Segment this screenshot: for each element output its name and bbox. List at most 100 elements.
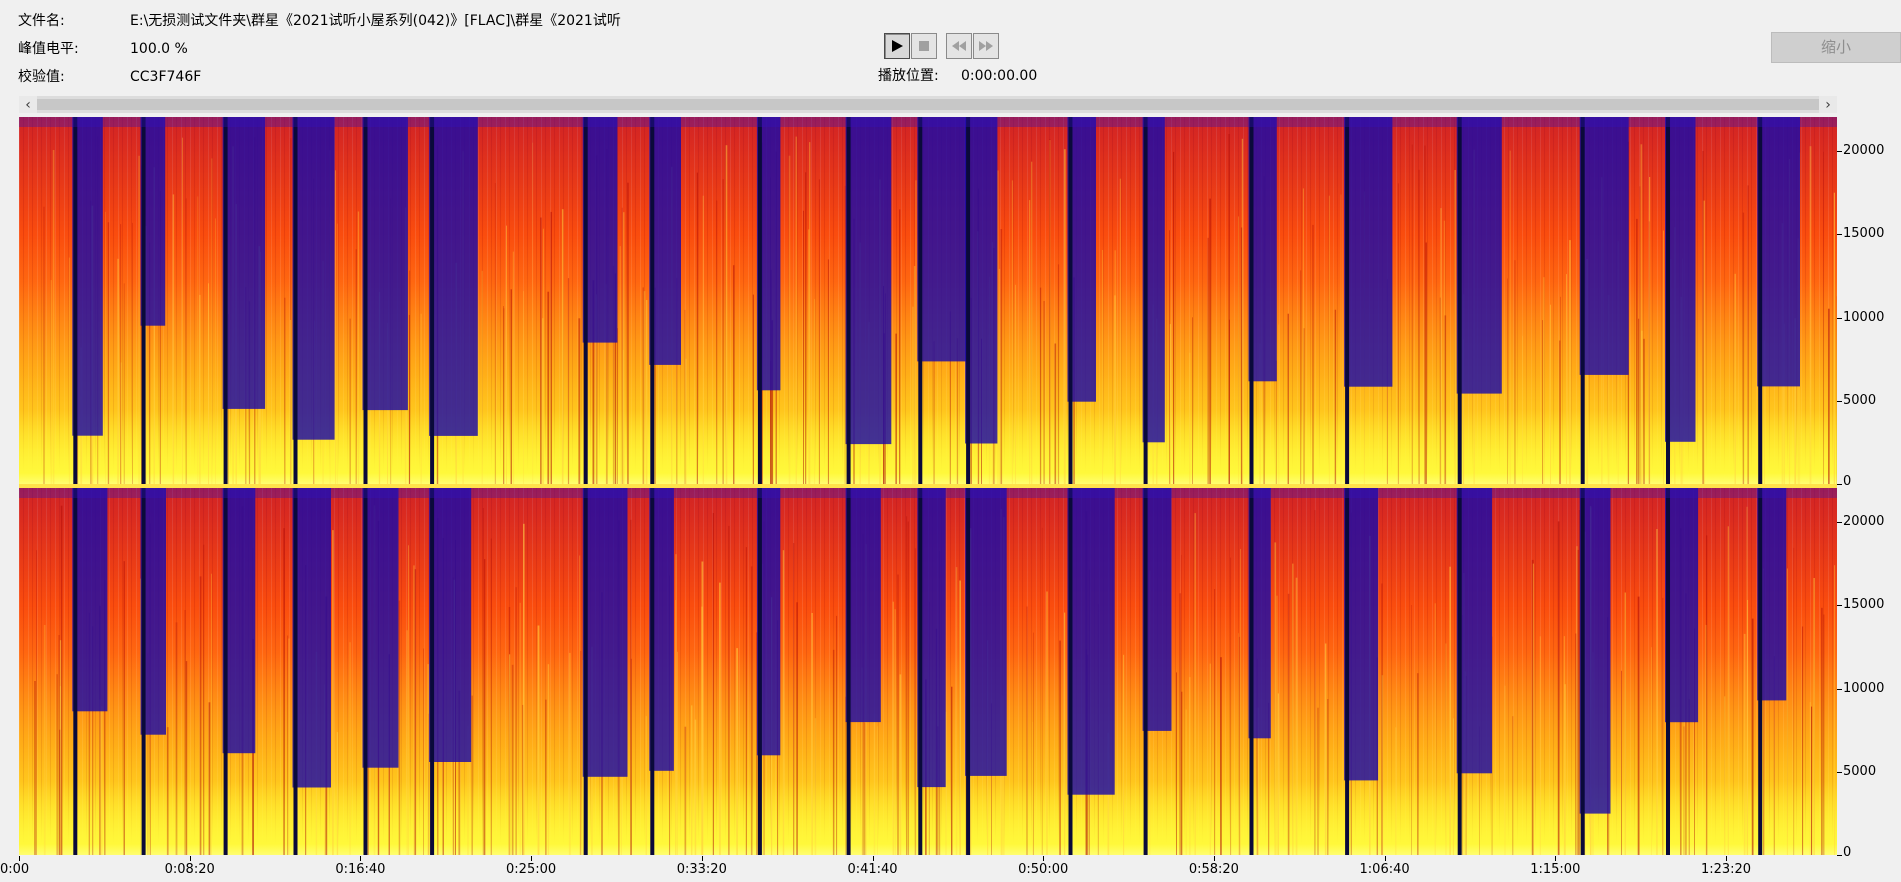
spectrum-streak <box>814 718 817 855</box>
spectrum-streak <box>1312 224 1314 484</box>
fast-forward-button[interactable] <box>973 33 999 59</box>
quiet-band <box>1757 117 1800 387</box>
spectrum-streak <box>511 664 514 855</box>
spectrum-streak <box>619 246 621 484</box>
spectrum-streak <box>580 650 582 855</box>
time-tick <box>1555 856 1557 861</box>
spectrogram-left-channel[interactable] <box>19 117 1837 484</box>
spectrum-streak <box>1381 583 1383 855</box>
spectrum-streak <box>627 182 629 484</box>
spectrum-streak <box>1811 706 1813 855</box>
track-boundary <box>1068 117 1073 484</box>
spectrum-streak <box>43 625 46 855</box>
spectrum-streak <box>1809 146 1812 484</box>
stop-icon <box>919 41 929 51</box>
time-label: 1:15:00 <box>1530 862 1581 877</box>
spectrum-streak <box>1578 510 1580 855</box>
spectrum-streak <box>567 278 570 484</box>
spectrum-streak <box>506 225 507 484</box>
spectrum-streak <box>52 150 55 484</box>
spectrum-streak <box>1440 208 1442 484</box>
spectrum-streak <box>1102 250 1103 484</box>
spectrum-streak <box>1119 178 1121 484</box>
track-boundary <box>1249 488 1254 855</box>
track-boundaries <box>19 488 1837 855</box>
scroll-thumb[interactable] <box>37 99 1819 110</box>
spectrum-streak <box>579 555 581 855</box>
spectrum-streak <box>349 642 351 855</box>
rewind-button[interactable] <box>946 33 972 59</box>
spectrogram-right-channel[interactable] <box>19 488 1837 855</box>
spectrum-streak <box>284 297 286 484</box>
spectrum-streak <box>132 222 133 484</box>
track-boundary <box>363 488 368 855</box>
track-boundary <box>73 488 78 855</box>
stop-button[interactable] <box>911 33 937 59</box>
spectrum-streak <box>34 681 36 855</box>
spectrum-streak <box>413 565 415 855</box>
spectrum-streak <box>1514 260 1516 484</box>
spectrum-streak <box>1576 546 1578 855</box>
spectrum-streak <box>1557 521 1560 855</box>
spectrum-streak <box>897 574 899 855</box>
spectrum-streak <box>1173 151 1175 484</box>
spectrum-streak <box>1662 597 1664 855</box>
track-boundary <box>918 117 923 484</box>
quiet-band <box>72 488 108 712</box>
frequency-tick <box>1837 855 1842 856</box>
spectrum-streak <box>123 283 125 484</box>
spectrum-streak <box>123 561 125 855</box>
spectrum-streak <box>788 155 791 484</box>
track-boundary <box>966 488 971 855</box>
chevron-right-icon[interactable]: › <box>1819 96 1837 113</box>
spectrum-streak <box>335 170 336 484</box>
spectrum-streak <box>796 602 798 855</box>
spectrum-streak <box>1049 139 1051 484</box>
spectrum-streak <box>215 218 216 484</box>
frequency-label: 15000 <box>1843 597 1885 613</box>
quiet-band <box>845 117 892 445</box>
spectrum-streak <box>795 136 797 484</box>
spectrum-streak <box>864 722 866 855</box>
spectrum-streak <box>1026 606 1028 855</box>
play-button[interactable] <box>884 33 910 59</box>
spectrum-streak <box>138 155 140 484</box>
track-boundary <box>1249 117 1254 484</box>
spectrum-streak <box>1751 618 1754 855</box>
spectrum-streak <box>1637 596 1640 855</box>
track-boundary <box>1666 488 1670 855</box>
top-haze <box>19 117 1837 127</box>
spectrum-streak <box>289 320 292 484</box>
horizontal-scrollbar[interactable]: ‹ › <box>19 96 1837 113</box>
spectrum-streak <box>702 195 704 484</box>
spectrum-streak <box>736 648 738 855</box>
filename-label: 文件名: <box>18 13 65 29</box>
spectrum-streak <box>547 664 550 855</box>
checksum-label: 校验值: <box>18 69 65 85</box>
frequency-tick <box>1837 400 1842 402</box>
time-label: 0:50:00 <box>1018 862 1069 877</box>
spectrum-streak <box>913 266 916 484</box>
spectrum-streak <box>894 609 896 855</box>
spectrum-streak <box>332 530 334 855</box>
spectrum-streak <box>1032 722 1034 855</box>
frequency-tick <box>1837 317 1842 319</box>
spectrum-streak <box>1189 352 1191 484</box>
spectrum-streak <box>1031 161 1033 484</box>
quiet-band <box>292 117 335 440</box>
spectrum-streak <box>811 613 813 855</box>
spectrum-streak <box>1828 308 1830 484</box>
shrink-button[interactable]: 缩小 <box>1771 32 1901 63</box>
spectrum-streak <box>1046 591 1048 855</box>
track-boundary <box>583 488 588 855</box>
spectrum-streak <box>899 209 901 484</box>
quiet-band <box>845 488 881 723</box>
chevron-left-icon[interactable]: ‹ <box>19 96 37 113</box>
spectrum-streak <box>684 309 686 484</box>
spectrum-streak <box>1793 547 1795 855</box>
spectrum-streak <box>959 580 961 855</box>
frequency-label: 5000 <box>1843 392 1877 408</box>
spectrum-streak <box>349 318 351 484</box>
quiet-band <box>917 117 967 362</box>
spectrum-streak <box>208 283 209 484</box>
